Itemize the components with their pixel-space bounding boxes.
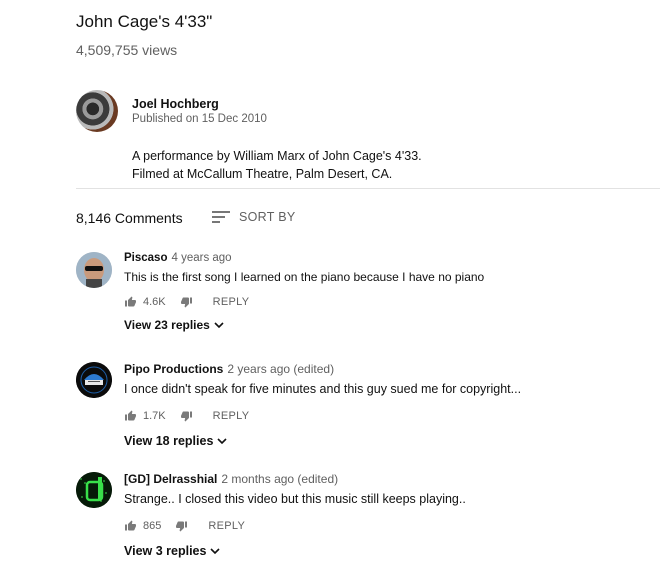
- comment-actions: 1.7K REPLY: [124, 408, 249, 424]
- thumbs-up-icon[interactable]: [124, 520, 137, 532]
- comment: Pipo Productions 2 years ago (edited) I o…: [76, 362, 660, 457]
- thumbs-down-icon[interactable]: [180, 296, 193, 308]
- comment: Piscaso 4 years ago This is the first son…: [76, 252, 660, 342]
- commenter-avatar[interactable]: [76, 252, 112, 288]
- thumbs-up-icon[interactable]: [124, 296, 137, 308]
- comment-actions: 865 REPLY: [124, 518, 245, 534]
- like-count: 865: [143, 520, 162, 532]
- comment: [GD] Delrasshial 2 months ago (edited) St…: [76, 472, 660, 567]
- thumbs-down-icon[interactable]: [180, 410, 193, 422]
- sort-icon: [212, 210, 230, 224]
- view-replies-label: View 3 replies: [124, 544, 207, 558]
- comment-actions: 4.6K REPLY: [124, 294, 249, 310]
- commenter-avatar[interactable]: [76, 362, 112, 398]
- channel-avatar[interactable]: [76, 90, 118, 132]
- view-count: 4,509,755 views: [76, 42, 178, 58]
- chevron-down-icon: [214, 322, 224, 329]
- view-replies-button[interactable]: View 18 replies: [124, 434, 227, 448]
- reply-button[interactable]: REPLY: [213, 410, 250, 422]
- video-description: A performance by William Marx of John Ca…: [132, 147, 422, 183]
- comment-header: Pipo Productions 2 years ago (edited): [124, 362, 334, 376]
- publish-date: Published on 15 Dec 2010: [132, 113, 267, 125]
- like-count: 1.7K: [143, 410, 166, 422]
- comment-time[interactable]: 4 years ago: [171, 252, 231, 264]
- view-replies-button[interactable]: View 23 replies: [124, 318, 224, 332]
- channel-name[interactable]: Joel Hochberg: [132, 97, 219, 111]
- chevron-down-icon: [210, 548, 221, 555]
- sort-by-button[interactable]: SORT BY: [212, 210, 296, 224]
- video-title: John Cage's 4'33": [76, 12, 213, 31]
- comment-text: Strange.. I closed this video but this m…: [124, 492, 466, 506]
- commenter-avatar[interactable]: [76, 472, 112, 508]
- comment-header: [GD] Delrasshial 2 months ago (edited): [124, 472, 338, 486]
- view-replies-label: View 18 replies: [124, 434, 214, 448]
- chevron-down-icon: [217, 438, 227, 445]
- comment-author[interactable]: Piscaso: [124, 252, 167, 264]
- comment-header: Piscaso 4 years ago: [124, 252, 232, 264]
- reply-button[interactable]: REPLY: [208, 520, 245, 532]
- comments-count: 8,146 Comments: [76, 210, 183, 226]
- comment-time[interactable]: 2 months ago (edited): [221, 472, 338, 486]
- view-replies-label: View 23 replies: [124, 318, 210, 332]
- description-line: Filmed at McCallum Theatre, Palm Desert,…: [132, 167, 393, 181]
- like-count: 4.6K: [143, 296, 166, 308]
- comment-author[interactable]: Pipo Productions: [124, 362, 223, 376]
- divider: [76, 188, 660, 189]
- comment-author[interactable]: [GD] Delrasshial: [124, 472, 217, 486]
- description-line: A performance by William Marx of John Ca…: [132, 149, 422, 163]
- comment-time[interactable]: 2 years ago (edited): [227, 362, 334, 376]
- reply-button[interactable]: REPLY: [213, 296, 250, 308]
- view-replies-button[interactable]: View 3 replies: [124, 544, 221, 558]
- comment-text: I once didn't speak for five minutes and…: [124, 382, 522, 396]
- thumbs-up-icon[interactable]: [124, 410, 137, 422]
- sort-by-label: SORT BY: [239, 210, 296, 224]
- comment-text: This is the first song I learned on the …: [124, 270, 485, 284]
- thumbs-down-icon[interactable]: [175, 520, 188, 532]
